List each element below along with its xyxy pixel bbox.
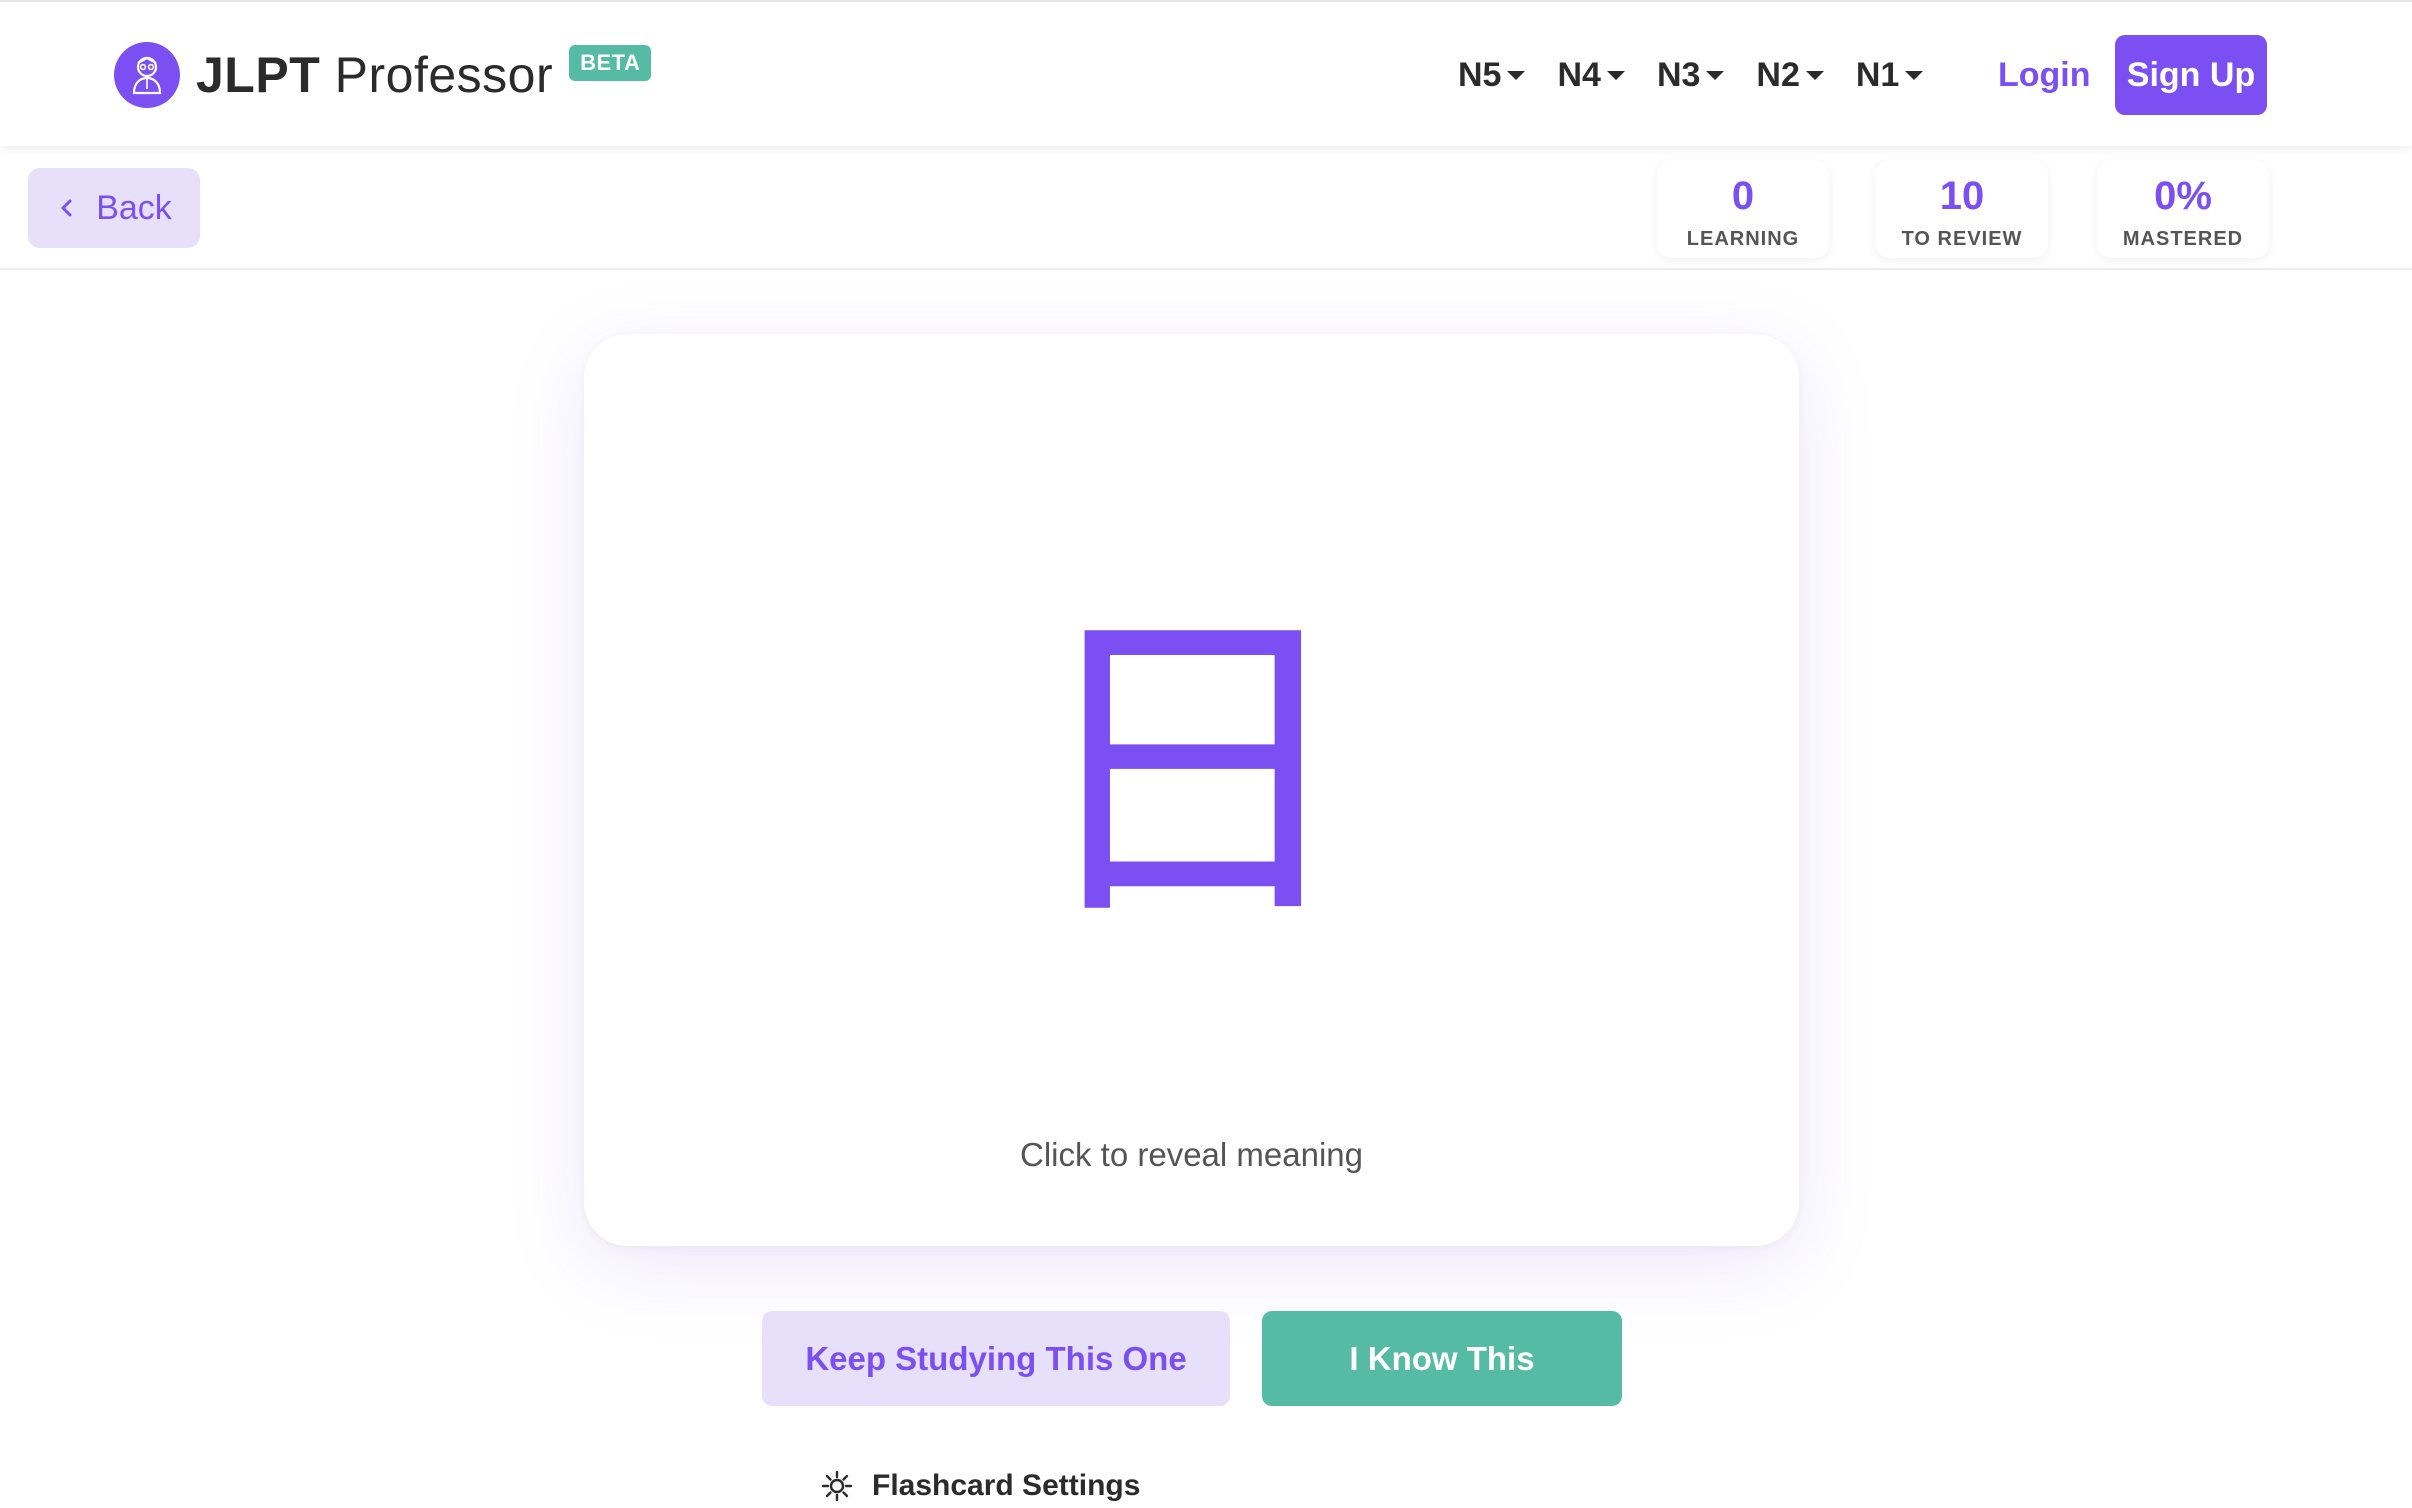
signup-button[interactable]: Sign Up — [2115, 35, 2267, 115]
back-button[interactable]: Back — [28, 168, 200, 248]
flashcard-kanji: 日 — [1026, 579, 1357, 963]
login-link[interactable]: Login — [1998, 50, 2091, 100]
nav-level-label: N5 — [1458, 55, 1502, 94]
stat-learning-label: LEARNING — [1686, 228, 1800, 250]
stat-to-review: 10 TO REVIEW — [1876, 160, 2048, 258]
nav-level-n4[interactable]: N4 — [1557, 50, 1625, 100]
flashcard[interactable]: 日 Click to reveal meaning — [584, 334, 1799, 1246]
flashcard-settings-toggle[interactable]: Flashcard Settings — [820, 1466, 1140, 1506]
stat-to-review-label: TO REVIEW — [1901, 228, 2023, 250]
beta-badge: BETA — [569, 45, 652, 81]
stat-mastered: 0% MASTERED — [2097, 160, 2269, 258]
flashcard-settings-label: Flashcard Settings — [872, 1469, 1141, 1502]
reveal-hint: Click to reveal meaning — [1020, 1136, 1363, 1173]
brand-name: JLPT Professor — [196, 50, 553, 100]
brand-name-bold: JLPT — [196, 47, 321, 103]
stat-mastered-label: MASTERED — [2122, 228, 2244, 250]
nav-level-label: N4 — [1557, 55, 1601, 94]
nav-level-n5[interactable]: N5 — [1458, 50, 1526, 100]
stat-mastered-value: 0% — [2154, 174, 2212, 218]
caret-down-icon — [1606, 70, 1625, 80]
caret-down-icon — [1905, 70, 1924, 80]
keep-studying-button[interactable]: Keep Studying This One — [762, 1311, 1230, 1406]
caret-down-icon — [1805, 70, 1824, 80]
stat-learning-value: 0 — [1731, 174, 1755, 218]
top-navbar: JLPT Professor BETA N5 N4 N3 N2 N1 Login… — [0, 0, 2412, 146]
back-button-label: Back — [96, 188, 172, 227]
nav-level-n2[interactable]: N2 — [1756, 50, 1824, 100]
level-nav: N5 N4 N3 N2 N1 — [1458, 50, 1955, 100]
nav-level-label: N1 — [1855, 55, 1900, 94]
professor-avatar-icon — [114, 42, 180, 108]
study-subheader: Back 0 LEARNING 10 TO REVIEW 0% MASTERED — [0, 146, 2412, 270]
nav-level-label: N3 — [1656, 55, 1701, 94]
caret-down-icon — [1706, 70, 1725, 80]
brand-link[interactable]: JLPT Professor BETA — [114, 40, 652, 110]
stat-learning: 0 LEARNING — [1657, 160, 1829, 258]
brand-name-light: Professor — [334, 47, 554, 103]
gear-icon — [820, 1469, 854, 1503]
chevron-left-icon — [56, 197, 78, 219]
nav-level-n1[interactable]: N1 — [1855, 50, 1924, 100]
nav-level-n3[interactable]: N3 — [1656, 50, 1725, 100]
nav-level-label: N2 — [1756, 55, 1800, 94]
caret-down-icon — [1507, 70, 1526, 80]
i-know-this-button[interactable]: I Know This — [1262, 1311, 1622, 1406]
stat-to-review-value: 10 — [1939, 174, 1985, 218]
